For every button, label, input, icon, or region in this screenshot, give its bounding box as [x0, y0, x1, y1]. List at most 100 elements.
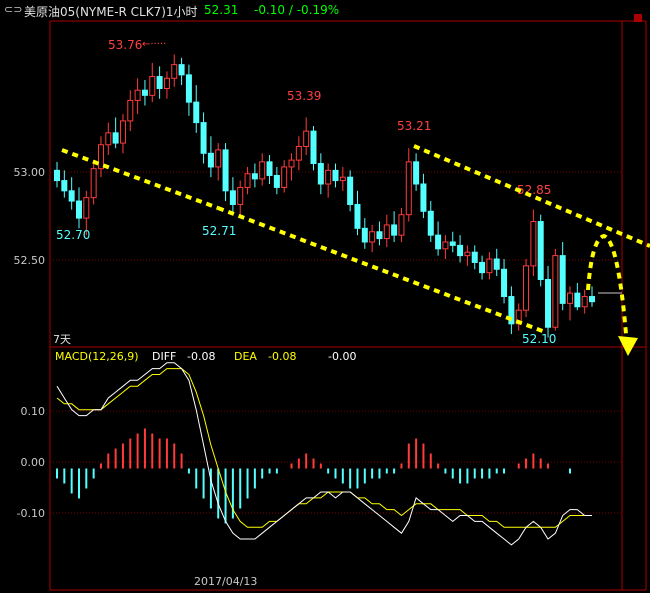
candle[interactable] — [457, 235, 464, 263]
candle[interactable] — [376, 221, 383, 246]
candle[interactable] — [435, 221, 442, 256]
candle-body — [105, 132, 112, 146]
candle[interactable] — [567, 286, 574, 321]
candle[interactable] — [310, 126, 317, 171]
candle-body — [552, 255, 559, 328]
candle[interactable] — [185, 64, 192, 116]
candle[interactable] — [215, 143, 222, 181]
candle[interactable] — [501, 259, 508, 304]
candle[interactable] — [105, 122, 112, 156]
candle[interactable] — [537, 214, 544, 287]
candle[interactable] — [244, 166, 251, 195]
candle-body — [75, 200, 82, 219]
candle[interactable] — [193, 85, 200, 133]
candle[interactable] — [427, 201, 434, 242]
candle[interactable] — [339, 166, 346, 191]
candle[interactable] — [288, 153, 295, 181]
candle[interactable] — [54, 161, 60, 188]
candle[interactable] — [281, 160, 288, 193]
candle-body — [427, 210, 434, 236]
candle[interactable] — [90, 160, 97, 205]
candle[interactable] — [222, 143, 229, 202]
candle-body — [310, 130, 317, 165]
candle-body — [90, 168, 97, 199]
candle[interactable] — [119, 114, 126, 154]
candle-body — [141, 89, 148, 96]
candle[interactable] — [442, 235, 449, 260]
candle[interactable] — [332, 163, 339, 188]
candle[interactable] — [552, 248, 559, 331]
macd-title: MACD(12,26,9) — [55, 350, 139, 363]
macd-tick-010: 0.10 — [21, 405, 46, 418]
candle[interactable] — [530, 209, 537, 277]
candle[interactable] — [354, 190, 361, 236]
candle-body — [112, 132, 119, 144]
candle-body — [537, 221, 544, 280]
candle[interactable] — [97, 136, 104, 178]
candle[interactable] — [259, 153, 266, 186]
candle[interactable] — [200, 112, 207, 164]
candle[interactable] — [559, 241, 566, 311]
candle[interactable] — [295, 136, 302, 171]
candle[interactable] — [508, 286, 515, 335]
candle[interactable] — [207, 136, 214, 178]
candle[interactable] — [449, 231, 456, 253]
candle[interactable] — [420, 173, 427, 219]
candle[interactable] — [149, 62, 156, 103]
candle[interactable] — [405, 148, 412, 222]
candle-body — [119, 120, 126, 144]
candle[interactable] — [486, 252, 493, 280]
candle[interactable] — [464, 245, 471, 266]
candle[interactable] — [325, 163, 332, 198]
candle[interactable] — [251, 163, 258, 188]
candle-body — [156, 76, 163, 90]
candle[interactable] — [229, 177, 236, 215]
candle[interactable] — [163, 71, 170, 99]
candle[interactable] — [493, 248, 500, 277]
candle[interactable] — [391, 211, 398, 242]
candle[interactable] — [317, 153, 324, 195]
candle[interactable] — [61, 170, 68, 198]
candle[interactable] — [361, 218, 368, 249]
candle[interactable] — [398, 207, 405, 242]
candle-body — [369, 231, 376, 243]
candle[interactable] — [479, 255, 486, 280]
candle[interactable] — [581, 289, 588, 314]
candle-body — [149, 76, 156, 96]
candle[interactable] — [545, 265, 552, 338]
candle[interactable] — [523, 259, 530, 318]
chart-canvas[interactable]: 53.00 52.50 0.10 0.00 -0.10 53.76 ←·····… — [0, 0, 650, 593]
candle[interactable] — [471, 245, 478, 270]
candle[interactable] — [574, 282, 581, 311]
forecast-arrow-path[interactable] — [586, 233, 628, 335]
candle[interactable] — [112, 117, 119, 149]
candle-body — [567, 292, 574, 304]
candle[interactable] — [383, 214, 390, 248]
candle[interactable] — [134, 78, 141, 115]
candle[interactable] — [237, 180, 244, 215]
candle[interactable] — [127, 90, 134, 132]
candle[interactable] — [178, 57, 185, 86]
candle-body — [457, 244, 464, 257]
candle-body — [493, 258, 500, 270]
candle-body — [281, 166, 288, 188]
candle[interactable] — [156, 66, 163, 99]
candle[interactable] — [413, 153, 420, 191]
candle-body — [251, 173, 258, 180]
candle-body — [295, 145, 302, 161]
candle[interactable] — [68, 177, 75, 210]
candles-group — [54, 54, 595, 338]
candle[interactable] — [141, 79, 148, 106]
candle[interactable] — [369, 224, 376, 253]
candle[interactable] — [266, 155, 273, 184]
candle[interactable] — [303, 117, 310, 156]
candle[interactable] — [515, 303, 522, 331]
candle[interactable] — [347, 170, 354, 212]
candle[interactable] — [75, 187, 82, 229]
candle[interactable] — [589, 286, 595, 307]
candle[interactable] — [273, 166, 280, 195]
candle-body — [391, 224, 398, 236]
candle-body — [127, 99, 134, 122]
channel-lower-trendline[interactable] — [217, 206, 546, 334]
candle[interactable] — [171, 54, 178, 87]
